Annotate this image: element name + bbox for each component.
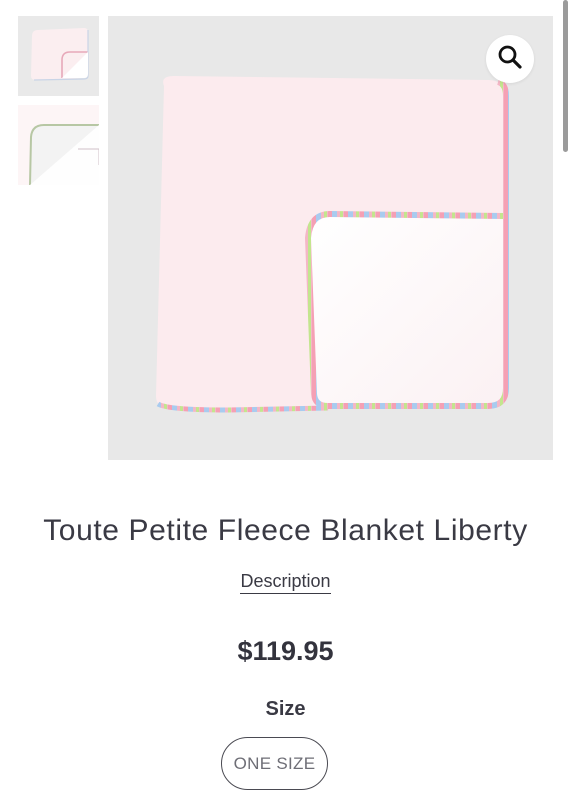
thumbnail-list	[18, 16, 99, 194]
thumbnail-1[interactable]	[18, 16, 99, 96]
size-label: Size	[265, 698, 306, 720]
thumbnail-1-image	[18, 16, 99, 96]
blanket-image	[156, 76, 509, 413]
product-title: Toute Petite Fleece Blanket Liberty	[43, 514, 528, 547]
zoom-button[interactable]	[486, 35, 534, 83]
description-link[interactable]: Description	[240, 571, 331, 594]
thumbnail-2[interactable]	[18, 105, 99, 185]
magnifier-icon	[497, 44, 523, 75]
thumbnail-2-image	[18, 105, 99, 185]
main-product-image[interactable]	[108, 16, 553, 460]
description-link-wrap: Description	[0, 571, 571, 594]
product-price: $119.95	[237, 636, 334, 666]
scrollbar-thumb[interactable]	[563, 0, 568, 152]
size-option-one-size[interactable]: ONE SIZE	[221, 737, 328, 790]
